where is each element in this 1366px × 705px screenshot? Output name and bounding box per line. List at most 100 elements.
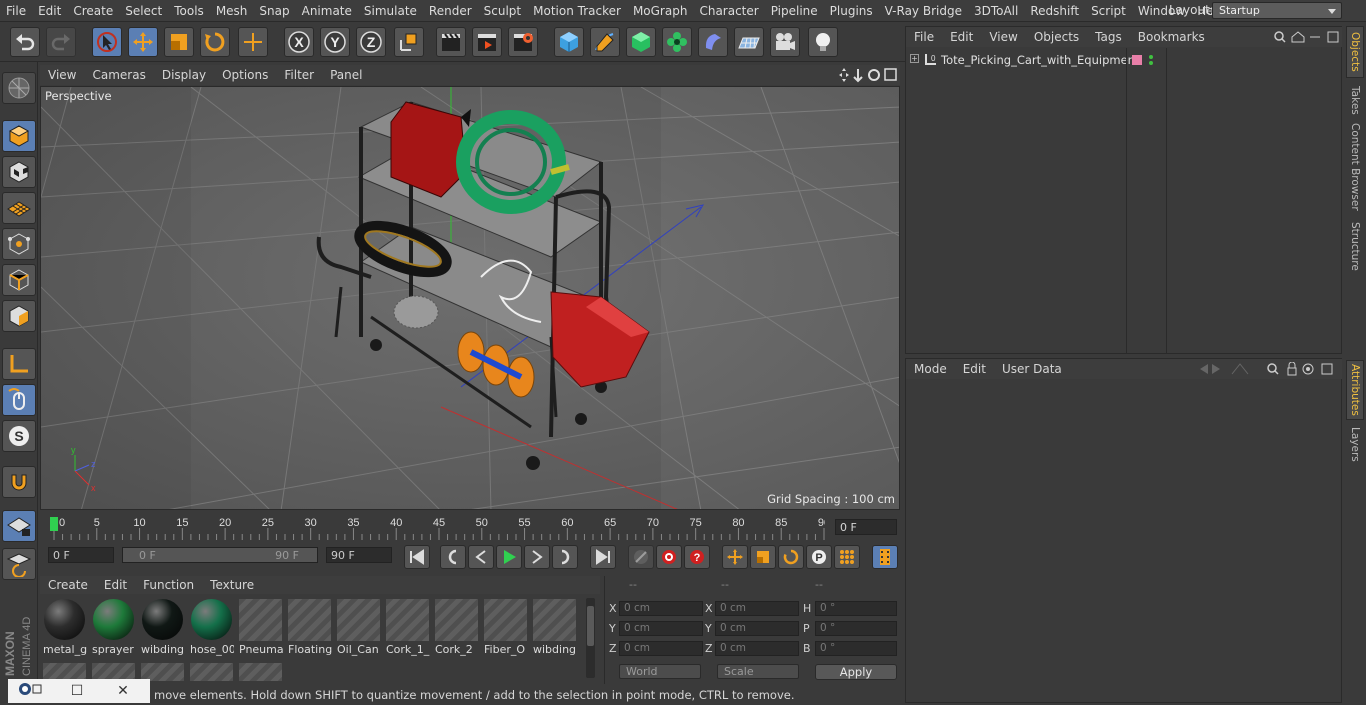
enable-axis-button[interactable] [2, 348, 36, 380]
add-cube-button[interactable] [554, 27, 584, 57]
attribute-menu-edit[interactable]: Edit [955, 362, 994, 376]
menu-v-ray-bridge[interactable]: V-Ray Bridge [879, 4, 968, 18]
apply-button[interactable]: Apply [815, 664, 897, 680]
layout-select[interactable]: Startup [1212, 2, 1342, 19]
live-selection-button[interactable] [92, 27, 122, 57]
key-point-level-button[interactable] [834, 545, 860, 569]
z-axis-lock-button[interactable]: Z [356, 27, 386, 57]
material-swatch[interactable]: wibding [140, 597, 185, 656]
record-keys-disabled-button[interactable] [628, 545, 654, 569]
menu-script[interactable]: Script [1085, 4, 1132, 18]
snap-button[interactable] [2, 466, 36, 498]
material-swatch[interactable]: Oil_Can [336, 597, 381, 656]
search-home-icons[interactable] [1272, 30, 1342, 44]
object-menu-tags[interactable]: Tags [1087, 30, 1130, 44]
material-menu-texture[interactable]: Texture [202, 578, 262, 592]
viewport-menu-panel[interactable]: Panel [322, 68, 370, 82]
menu-animate[interactable]: Animate [296, 4, 358, 18]
undo-button[interactable] [10, 27, 40, 57]
add-camera-button[interactable] [770, 27, 800, 57]
viewport-menu-filter[interactable]: Filter [276, 68, 322, 82]
viewport-nav-icon[interactable] [838, 67, 898, 83]
material-menu-create[interactable]: Create [40, 578, 96, 592]
material-swatch[interactable]: Pneuma [238, 597, 283, 656]
coordinate-space-dropdown[interactable]: World [619, 664, 701, 679]
viewport-menu-options[interactable]: Options [214, 68, 276, 82]
close-icon[interactable]: ✕ [100, 683, 146, 699]
add-environment-button[interactable] [734, 27, 764, 57]
menu-character[interactable]: Character [693, 4, 764, 18]
menu-file[interactable]: File [0, 4, 32, 18]
y-axis-lock-button[interactable]: Y [320, 27, 350, 57]
transform-mode-dropdown[interactable]: Scale [717, 664, 799, 679]
make-editable-button[interactable] [2, 72, 36, 104]
points-mode-button[interactable] [2, 228, 36, 260]
key-position-button[interactable] [722, 545, 748, 569]
layer-color-tag[interactable] [1132, 55, 1142, 65]
material-swatch[interactable] [140, 661, 185, 681]
material-swatch[interactable] [91, 661, 136, 681]
move-tool-button[interactable] [128, 27, 158, 57]
autokeying-button[interactable]: ? [684, 545, 710, 569]
timeline-ruler[interactable]: 0 5 10 15 20 25 30 35 40 45 50 55 60 65 70 75 80 85 90 [50, 514, 830, 542]
start-frame-field[interactable]: 0 F [48, 547, 114, 563]
rotation-p-field[interactable]: 0 ° [815, 621, 897, 636]
add-mograph-button[interactable] [662, 27, 692, 57]
rotate-tool-button[interactable] [200, 27, 230, 57]
polygons-mode-button[interactable] [2, 300, 36, 332]
key-scale-button[interactable] [750, 545, 776, 569]
size-z-field[interactable]: 0 cm [715, 641, 799, 656]
playhead[interactable] [50, 517, 58, 531]
position-x-field[interactable]: 0 cm [619, 601, 703, 616]
attribute-menu-mode[interactable]: Mode [906, 362, 955, 376]
menu-render[interactable]: Render [423, 4, 478, 18]
goto-start-button[interactable] [404, 545, 430, 569]
object-menu-view[interactable]: View [981, 30, 1025, 44]
menu-mesh[interactable]: Mesh [210, 4, 254, 18]
material-swatch[interactable]: wibding [532, 597, 577, 656]
frame-range-slider[interactable]: 0 F 90 F [122, 547, 318, 563]
menu-pipeline[interactable]: Pipeline [765, 4, 824, 18]
material-scrollbar[interactable] [586, 598, 595, 678]
material-menu-function[interactable]: Function [135, 578, 202, 592]
object-menu-file[interactable]: File [906, 30, 942, 44]
key-parameter-button[interactable]: P [806, 545, 832, 569]
object-menu-edit[interactable]: Edit [942, 30, 981, 44]
tab-layers[interactable]: Layers [1346, 424, 1364, 464]
add-generator-button[interactable] [626, 27, 656, 57]
menu-select[interactable]: Select [119, 4, 168, 18]
attribute-menu-user-data[interactable]: User Data [994, 362, 1070, 376]
viewport-camera-label[interactable]: Perspective [45, 89, 112, 103]
material-swatch[interactable] [42, 661, 87, 681]
texture-mode-button[interactable] [2, 156, 36, 188]
tab-content-browser[interactable]: Content Browser [1346, 122, 1364, 212]
next-key-button[interactable] [552, 545, 578, 569]
menu-plugins[interactable]: Plugins [824, 4, 879, 18]
tab-takes[interactable]: Takes [1346, 82, 1364, 118]
maximize-icon[interactable]: ☐ [54, 683, 100, 699]
record-active-objects-button[interactable] [656, 545, 682, 569]
model-mode-button[interactable] [2, 120, 36, 152]
transform-tool-button[interactable] [238, 27, 268, 57]
solo-button[interactable]: S [2, 420, 36, 452]
redo-button[interactable] [46, 27, 76, 57]
visibility-dots-icon[interactable] [1148, 53, 1154, 67]
material-swatch[interactable]: Cork_1_ [385, 597, 430, 656]
render-to-picture-viewer-button[interactable] [472, 27, 502, 57]
add-spline-button[interactable] [590, 27, 620, 57]
size-y-field[interactable]: 0 cm [715, 621, 799, 636]
viewport-menu-cameras[interactable]: Cameras [84, 68, 153, 82]
locked-workplane-button[interactable] [2, 548, 36, 580]
material-swatch[interactable]: sprayer [91, 597, 136, 656]
workplane-mode-button[interactable] [2, 192, 36, 224]
position-y-field[interactable]: 0 cm [619, 621, 703, 636]
add-light-button[interactable] [808, 27, 838, 57]
rotation-b-field[interactable]: 0 ° [815, 641, 897, 656]
object-menu-objects[interactable]: Objects [1026, 30, 1087, 44]
perspective-viewport[interactable]: y z x Perspective Grid Spacing : 100 cm [40, 86, 900, 510]
render-view-button[interactable] [436, 27, 466, 57]
menu-simulate[interactable]: Simulate [358, 4, 423, 18]
object-row[interactable]: + 0 Tote_Picking_Cart_with_Equipment [906, 51, 1342, 69]
material-swatch[interactable] [189, 661, 234, 681]
current-frame-field[interactable]: 0 F [835, 519, 897, 535]
